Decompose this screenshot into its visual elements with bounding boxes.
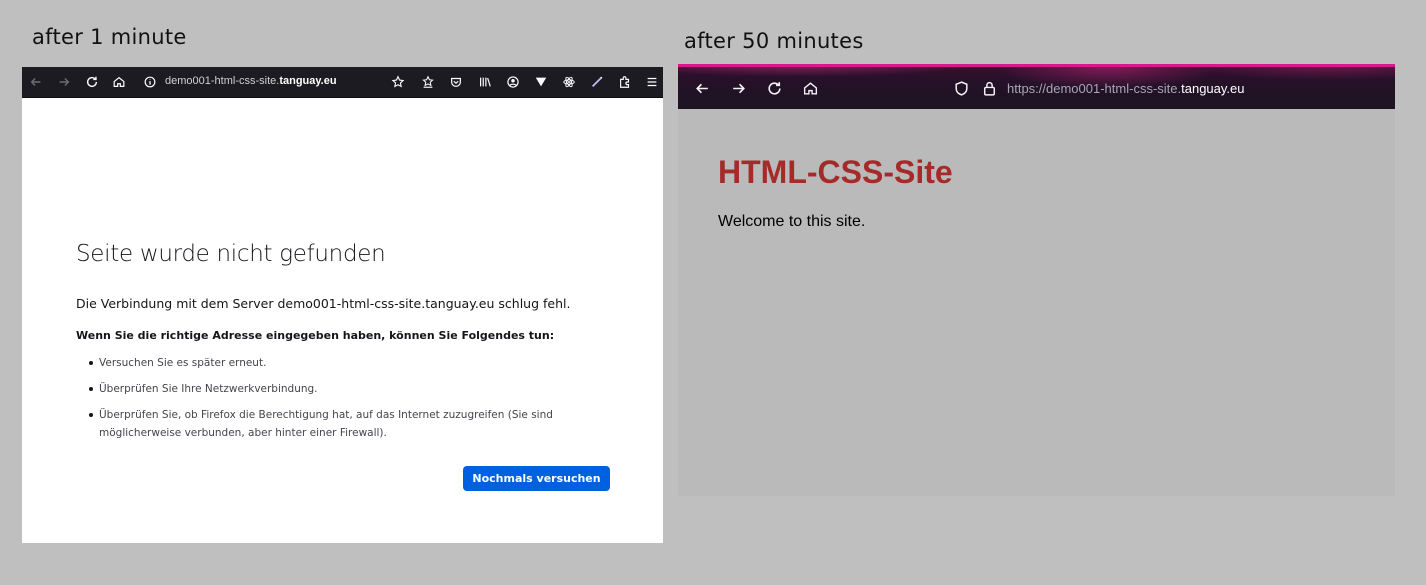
address-bar-url[interactable]: https://demo001-html-css-site.tanguay.eu [1007, 81, 1245, 96]
reload-icon[interactable] [81, 71, 103, 93]
error-title: Seite wurde nicht gefunden [76, 241, 386, 267]
error-message: Die Verbindung mit dem Server demo001-ht… [76, 296, 571, 311]
browser-window-site: https://demo001-html-css-site.tanguay.eu… [678, 64, 1395, 496]
react-devtools-icon[interactable] [558, 71, 580, 93]
home-icon[interactable] [799, 77, 821, 99]
lock-icon[interactable] [978, 77, 1000, 99]
list-item: Überprüfen Sie, ob Firefox die Berechtig… [76, 406, 576, 442]
site-welcome-text: Welcome to this site. [718, 213, 866, 230]
retry-button[interactable]: Nochmals versuchen [463, 466, 610, 491]
info-icon[interactable] [139, 71, 161, 93]
list-item: Versuchen Sie es später erneut. [76, 354, 576, 372]
menu-icon[interactable] [641, 71, 663, 93]
url-domain: tanguay.eu [279, 75, 337, 87]
vpn-icon[interactable] [530, 71, 552, 93]
url-prefix: https://demo001-html-css-site. [1007, 81, 1182, 96]
caption-right: after 50 minutes [684, 29, 864, 53]
url-prefix: demo001-html-css-site. [165, 75, 280, 87]
reading-list-icon[interactable] [417, 71, 439, 93]
address-bar-url[interactable]: demo001-html-css-site.tanguay.eu [165, 75, 337, 87]
forward-arrow-icon[interactable] [53, 71, 75, 93]
site-heading: HTML-CSS-Site [718, 154, 953, 190]
bookmark-star-icon[interactable] [387, 71, 409, 93]
browser-window-error: demo001-html-css-site.tanguay.eu Seite w… [22, 67, 663, 543]
pocket-icon[interactable] [445, 71, 467, 93]
error-suggestions: Versuchen Sie es später erneut. Überprüf… [76, 354, 576, 450]
library-icon[interactable] [474, 71, 496, 93]
list-item: Überprüfen Sie Ihre Netzwerkverbindung. [76, 380, 576, 398]
extensions-icon[interactable] [614, 71, 636, 93]
error-hint: Wenn Sie die richtige Adresse eingegeben… [76, 329, 555, 342]
account-icon[interactable] [502, 71, 524, 93]
url-domain: tanguay.eu [1181, 81, 1245, 96]
browser-toolbar-themed: https://demo001-html-css-site.tanguay.eu [678, 64, 1395, 109]
caption-left: after 1 minute [32, 25, 187, 49]
reload-icon[interactable] [763, 77, 785, 99]
back-arrow-icon[interactable] [25, 71, 47, 93]
browser-toolbar: demo001-html-css-site.tanguay.eu [22, 67, 663, 98]
forward-arrow-icon[interactable] [727, 77, 749, 99]
pen-icon[interactable] [586, 71, 608, 93]
home-icon[interactable] [108, 71, 130, 93]
shield-icon[interactable] [950, 77, 972, 99]
back-arrow-icon[interactable] [691, 77, 713, 99]
